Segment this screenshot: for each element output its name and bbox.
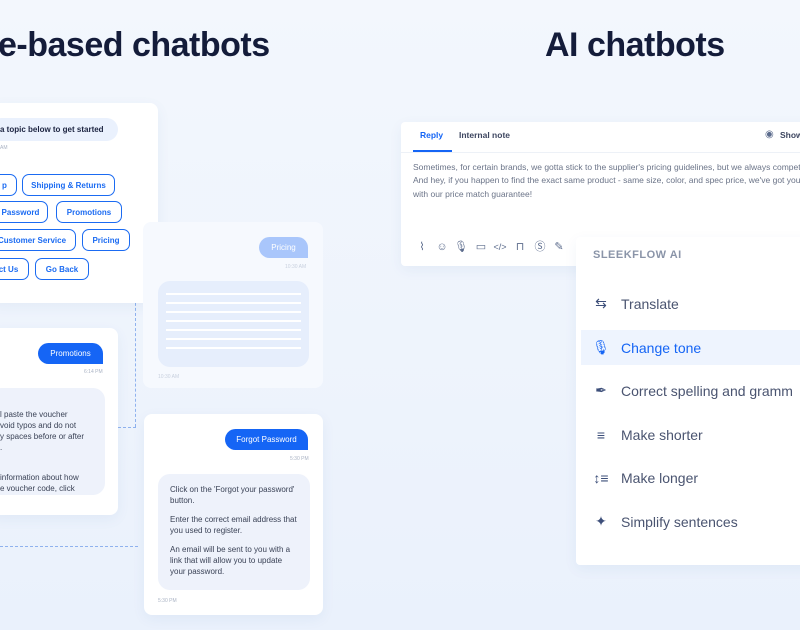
menu-item-label: Simplify sentences xyxy=(621,513,738,530)
timestamp: 5:30 PM xyxy=(290,456,309,462)
bag-icon[interactable]: ⊓ xyxy=(513,240,527,254)
option-button[interactable]: p xyxy=(0,174,17,196)
swap-icon: ⇆ xyxy=(595,295,607,311)
message-input[interactable]: Sometimes, for certain brands, we gotta … xyxy=(413,161,800,201)
connector-line xyxy=(118,427,136,428)
bot-message: Click on the 'Forgot your password' butt… xyxy=(158,474,310,590)
menu-item-label: Make longer xyxy=(621,469,699,486)
connector-line xyxy=(0,546,138,547)
bot-paragraph: l paste the voucher void typos and do no… xyxy=(0,410,85,452)
show-button[interactable]: Show xyxy=(780,130,800,140)
timestamp: 6:14 PM xyxy=(84,369,103,375)
menu-item-simplify[interactable]: ✦ Simplify sentences xyxy=(581,504,800,539)
user-message: Promotions xyxy=(38,343,103,364)
option-contact-us[interactable]: ct Us xyxy=(0,258,29,280)
expand-lines-icon: ↕≡ xyxy=(593,469,609,486)
menu-item-correct-spelling[interactable]: ✒ Correct spelling and gramm xyxy=(581,373,800,408)
message-icon[interactable]: ▭ xyxy=(474,240,488,254)
bot-paragraph: Click on the 'Forgot your password' butt… xyxy=(170,485,295,505)
pen-icon: ✒ xyxy=(595,382,607,398)
bot-message-placeholder xyxy=(158,281,309,367)
menu-item-make-shorter[interactable]: ≡ Make shorter xyxy=(581,417,800,452)
paperclip-icon[interactable]: ⌇ xyxy=(415,240,429,254)
option-promotions[interactable]: Promotions xyxy=(56,201,122,223)
option-pricing[interactable]: Pricing xyxy=(82,229,130,251)
ai-title: AI chatbots xyxy=(545,26,725,64)
timestamp: AM xyxy=(0,145,8,151)
bot-paragraph: Enter the correct email address that you… xyxy=(170,515,297,535)
divider xyxy=(401,152,800,153)
user-message: Forgot Password xyxy=(225,429,308,450)
timestamp: 5:30 PM xyxy=(158,598,177,604)
lines-icon: ≡ xyxy=(596,426,606,443)
menu-item-change-tone[interactable]: 🎙︎ Change tone xyxy=(581,330,800,365)
bot-message: l paste the voucher void typos and do no… xyxy=(0,388,105,495)
magic-wand-icon[interactable]: ✎ xyxy=(552,240,566,254)
tab-reply[interactable]: Reply xyxy=(420,130,443,140)
microphone-icon[interactable]: 🎙︎ xyxy=(454,240,468,254)
menu-item-label: Change tone xyxy=(621,339,702,356)
menu-item-label: Translate xyxy=(621,295,679,312)
menu-item-translate[interactable]: ⇆ Translate xyxy=(581,286,800,321)
code-icon[interactable]: </> xyxy=(493,240,507,254)
menu-item-make-longer[interactable]: ↕≡ Make longer xyxy=(581,460,800,495)
menu-item-label: Make shorter xyxy=(621,426,703,443)
emoji-icon[interactable]: ☺ xyxy=(435,240,449,254)
active-tab-indicator xyxy=(413,150,452,152)
timestamp: 10:30 AM xyxy=(285,264,307,270)
option-forgot-password[interactable]: t Password xyxy=(0,201,48,223)
bot-prompt: a topic below to get started xyxy=(0,118,118,141)
sparkle-icon: ✦ xyxy=(595,513,607,529)
rule-based-title: e-based chatbots xyxy=(0,26,270,64)
option-customer-service[interactable]: Customer Service xyxy=(0,229,76,251)
option-shipping-returns[interactable]: Shipping & Returns xyxy=(22,174,115,196)
menu-item-label: Correct spelling and gramm xyxy=(621,382,793,399)
tab-internal-note[interactable]: Internal note xyxy=(459,130,510,140)
bot-paragraph: An email will be sent to you with a link… xyxy=(170,545,291,576)
microphone-icon: 🎙︎ xyxy=(592,339,610,355)
timestamp: 10:30 AM xyxy=(158,374,180,380)
eye-icon: ◉ xyxy=(765,129,774,140)
bot-paragraph: information about how e voucher code, cl… xyxy=(0,473,79,493)
ai-menu-header: SLEEKFLOW AI xyxy=(593,249,682,261)
dollar-icon[interactable]: Ⓢ xyxy=(533,240,547,254)
user-message: Pricing xyxy=(259,237,308,258)
option-go-back[interactable]: Go Back xyxy=(35,258,89,280)
